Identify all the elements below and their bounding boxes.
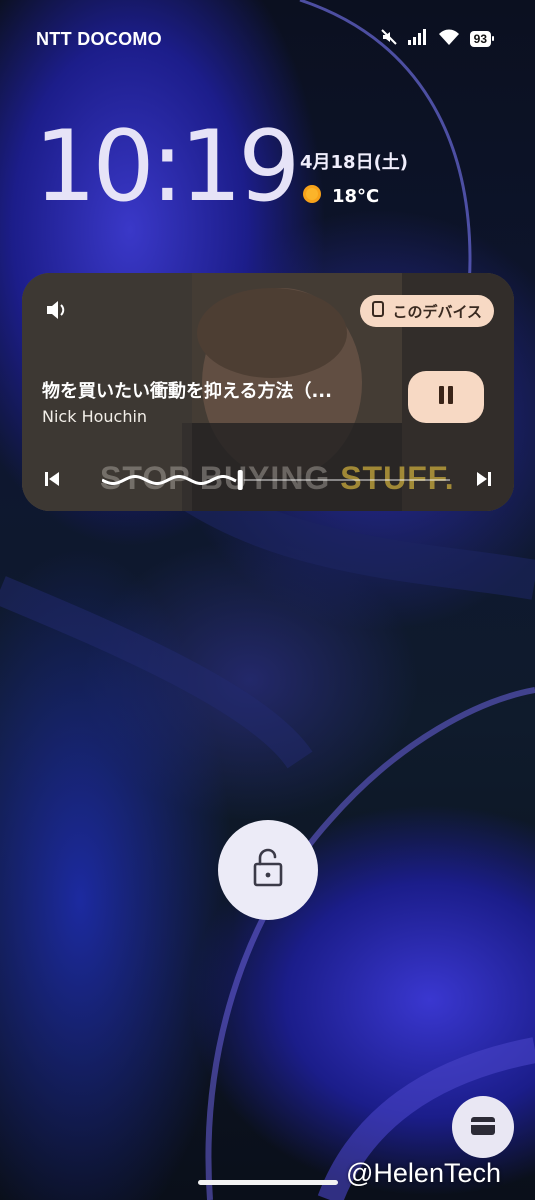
output-device-chip[interactable]: このデバイス (360, 295, 494, 327)
sun-icon (300, 182, 324, 211)
status-bar: NTT DOCOMO 93 (36, 28, 495, 50)
unlock-icon (252, 848, 284, 892)
volume-icon[interactable] (44, 297, 70, 327)
seek-played (102, 475, 237, 485)
date-weather[interactable]: 4月18日(土) 18°C (300, 148, 408, 211)
skip-previous-icon (45, 472, 59, 486)
wifi-icon (438, 29, 460, 49)
lock-clock: 10:19 (34, 110, 300, 224)
signal-icon (407, 29, 428, 49)
skip-next-icon (477, 472, 491, 486)
seek-bar[interactable] (102, 469, 450, 491)
previous-track-button[interactable] (42, 469, 62, 493)
battery-indicator: 93 (469, 31, 495, 47)
pause-button[interactable] (408, 371, 484, 423)
mute-icon (380, 28, 398, 50)
carrier-name: NTT DOCOMO (36, 28, 162, 49)
wallet-button[interactable] (452, 1096, 514, 1158)
media-player-card[interactable]: STOP BUYING STUFF. このデバイス 物を買いたい衝動を抑える方法… (22, 273, 514, 511)
watermark: @HelenTech (346, 1158, 501, 1188)
phone-icon (372, 301, 385, 321)
seek-thumb (237, 470, 243, 490)
date-label: 4月18日(土) (300, 152, 409, 173)
wallet-icon (470, 1114, 496, 1140)
pause-icon (437, 385, 455, 409)
track-title: 物を買いたい衝動を抑える方法（... (42, 381, 332, 402)
home-indicator[interactable] (198, 1180, 338, 1185)
output-device-label: このデバイス (392, 302, 482, 321)
temperature: 18°C (332, 186, 380, 207)
track-artist: Nick Houchin (42, 407, 148, 426)
next-track-button[interactable] (474, 469, 494, 493)
weather: 18°C (300, 182, 408, 211)
unlock-button[interactable] (218, 820, 318, 920)
